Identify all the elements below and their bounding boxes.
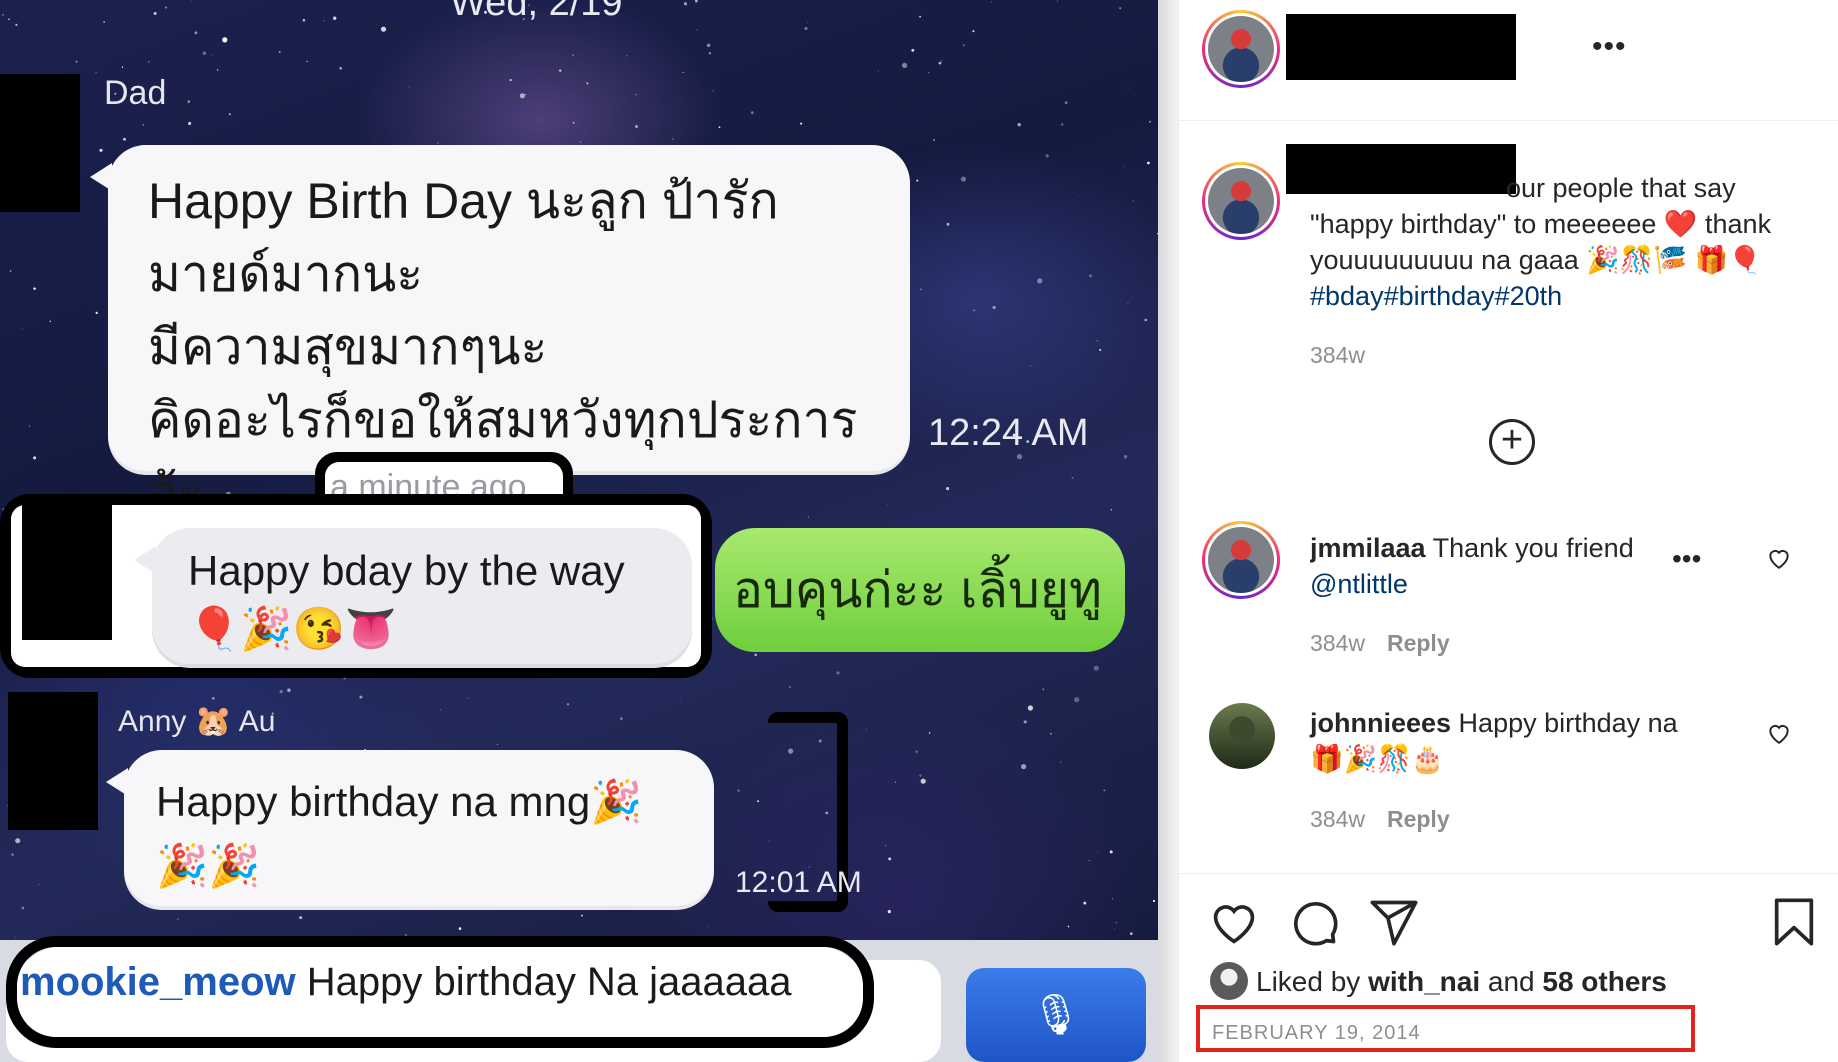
redacted-username <box>1286 14 1516 80</box>
like-comment-icon[interactable] <box>1766 720 1792 746</box>
more-icon[interactable]: ••• <box>1592 30 1627 64</box>
likes-summary[interactable]: Liked by with_nai and 58 others <box>1256 966 1667 998</box>
message-text-bday: Happy bday by the way 🎈🎉😘👅 <box>188 547 625 652</box>
post-date[interactable]: FEBRUARY 19, 2014 <box>1212 1022 1421 1045</box>
overlay-comment: mookie_meow Happy birthday Na jaaaaaa <box>20 960 792 1005</box>
message-bubble-anny: Happy birthday na mng🎉 🎉🎉 <box>106 750 714 910</box>
caption-text: our people that say "happy birthday" to … <box>1310 173 1772 275</box>
commenter-avatar[interactable] <box>1202 521 1280 599</box>
liker-username: with_nai <box>1368 966 1481 997</box>
author-avatar[interactable] <box>1202 10 1280 88</box>
message-bubble-sent: อบคุนก่ะะ เลิ้บยูทู <box>715 528 1125 652</box>
comment-meta: 384w Reply <box>1310 630 1450 656</box>
sender-name-dad: Dad <box>104 74 167 112</box>
redacted-avatar <box>22 504 112 640</box>
comment-text: Happy birthday na <box>1451 708 1678 738</box>
liker-avatar[interactable] <box>1210 962 1248 1000</box>
comment-emoji-line: 🎁🎉🎊🎂 <box>1310 744 1445 774</box>
header-divider <box>1178 120 1838 121</box>
heart-icon[interactable] <box>1208 896 1260 948</box>
message-time-anny: 12:01 AM <box>735 866 862 899</box>
message-bubble-bday: Happy bday by the way 🎈🎉😘👅 <box>134 528 692 668</box>
comment-username[interactable]: johnnieees <box>1310 708 1451 738</box>
comment-mention[interactable]: @ntlittle <box>1310 566 1408 602</box>
message-bubble-dad: Happy Birth Day นะลูก ป้ารัก มายด์มากนะ … <box>90 145 910 521</box>
add-circle-icon[interactable]: + <box>1489 419 1535 465</box>
chat-date-header: Wed, 2/19 <box>450 0 623 24</box>
phone-edge <box>1158 0 1178 1062</box>
redacted-avatar <box>8 692 98 830</box>
post-image[interactable]: Wed, 2/19 Dad Happy Birth Day นะลูก ป้าร… <box>0 0 1178 1062</box>
mic-button[interactable]: 🎙 <box>966 968 1146 1062</box>
sender-name-anny: Anny 🐹 Au <box>118 705 276 738</box>
comment-username[interactable]: jmmilaaa <box>1310 533 1426 563</box>
comment-text: Thank you friend <box>1425 533 1634 563</box>
overlay-username: mookie_meow <box>20 960 296 1004</box>
caption-age: 384w <box>1310 342 1365 368</box>
comment-more-icon[interactable]: ••• <box>1672 543 1701 575</box>
caption-hashtags[interactable]: #bday#birthday#20th <box>1310 281 1562 311</box>
reply-button[interactable]: Reply <box>1387 630 1450 656</box>
redacted-avatar <box>0 74 80 212</box>
reply-button[interactable]: Reply <box>1387 806 1450 832</box>
likes-count: 58 others <box>1542 966 1667 997</box>
comment-icon[interactable] <box>1288 896 1340 948</box>
message-time-dad: 12:24 AM <box>928 412 1089 454</box>
commenter-avatar[interactable] <box>1209 703 1275 769</box>
comment-2: johnnieees Happy birthday na <box>1310 705 1678 741</box>
comment-1: jmmilaaa Thank you friend <box>1310 530 1655 566</box>
overlay-text: Happy birthday Na jaaaaaa <box>295 960 792 1004</box>
comment-meta: 384w Reply <box>1310 806 1450 832</box>
like-comment-icon[interactable] <box>1766 545 1792 571</box>
share-icon[interactable] <box>1368 896 1420 948</box>
message-text-anny: Happy birthday na mng🎉 🎉🎉 <box>156 778 643 889</box>
caption-author-avatar[interactable] <box>1202 162 1280 240</box>
actions-divider <box>1178 873 1838 874</box>
bookmark-icon[interactable] <box>1768 896 1820 948</box>
post-caption: our people that say "happy birthday" to … <box>1310 170 1790 314</box>
